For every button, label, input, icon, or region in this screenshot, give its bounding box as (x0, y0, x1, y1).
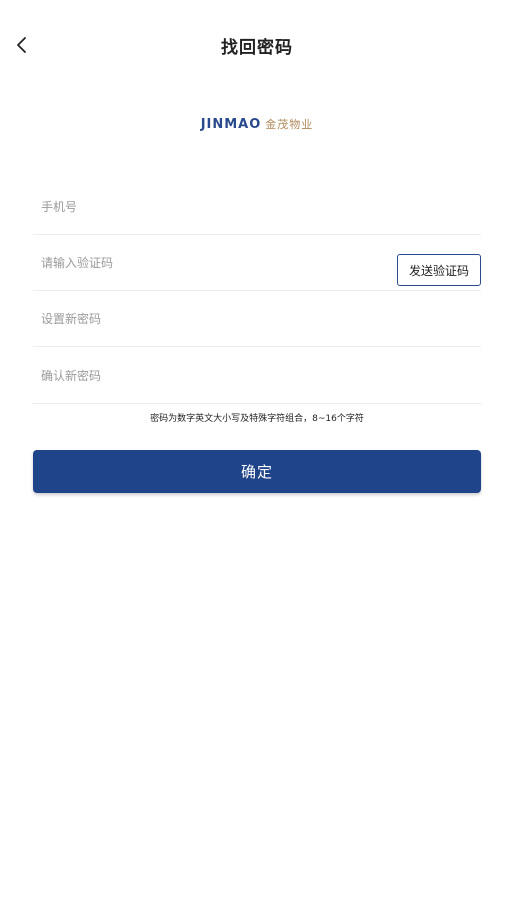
confirm-password-field (33, 347, 481, 404)
app-header: 找回密码 (0, 0, 514, 90)
logo-text-en: JINMAO (200, 116, 262, 132)
page-title: 找回密码 (221, 38, 293, 58)
verification-code-input[interactable] (41, 252, 381, 274)
confirm-password-input[interactable] (41, 365, 381, 387)
new-password-input[interactable] (41, 308, 381, 330)
verification-code-field: 发送验证码 (33, 234, 481, 291)
brand-logo: JINMAO 金茂物业 (0, 116, 514, 132)
new-password-field (33, 290, 481, 347)
phone-input[interactable] (41, 196, 381, 218)
send-code-button[interactable]: 发送验证码 (397, 254, 481, 286)
phone-field (33, 178, 481, 235)
password-hint: 密码为数字英文大小写及特殊字符组合，8~16个字符 (150, 414, 364, 424)
confirm-button[interactable]: 确定 (33, 450, 481, 493)
logo-text-cn: 金茂物业 (265, 118, 314, 131)
